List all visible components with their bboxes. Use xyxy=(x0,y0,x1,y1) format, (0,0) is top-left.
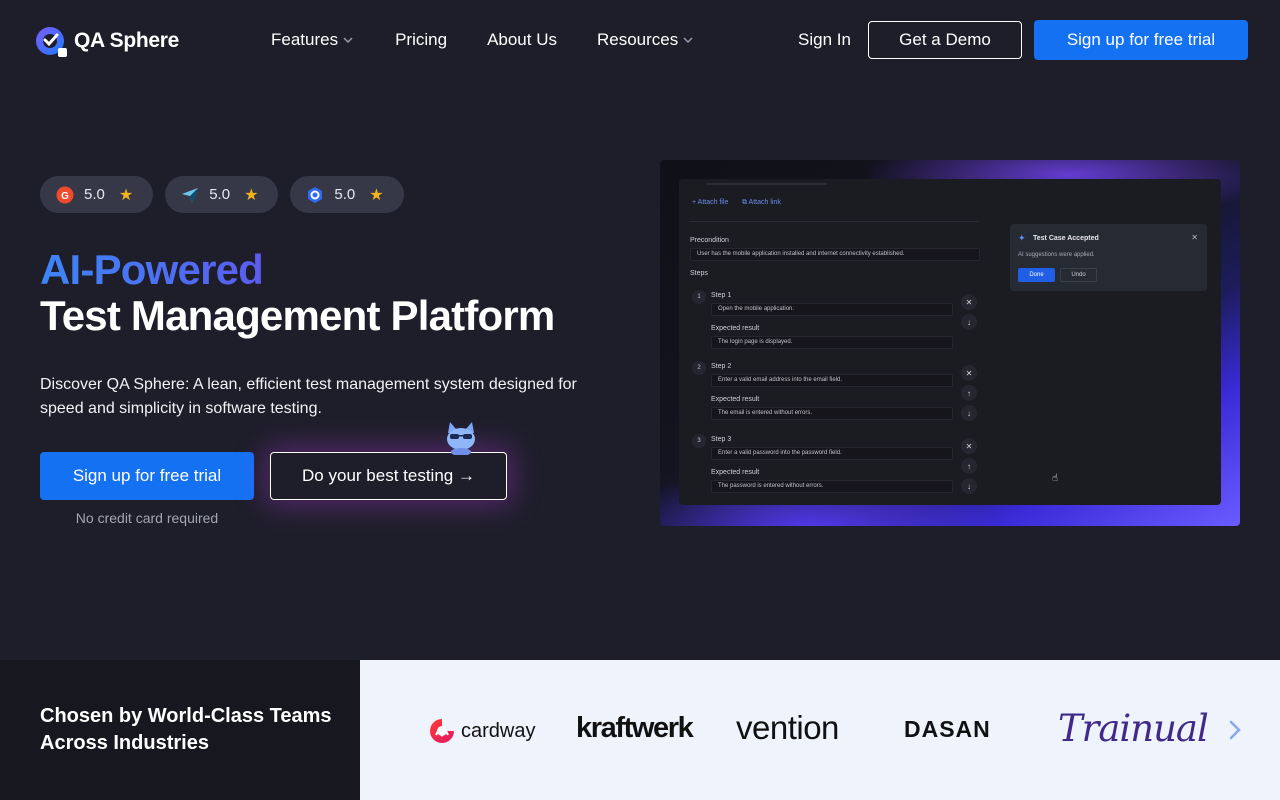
rating-g2[interactable]: G 5.0 ★ xyxy=(40,176,154,213)
hero-description: Discover QA Sphere: A lean, efficient te… xyxy=(40,376,577,417)
clients-title: Chosen by World-Class Teams Across Indus… xyxy=(40,705,332,754)
vention-logo: vention xyxy=(736,709,839,746)
nav-free-trial-button[interactable]: Sign up for free trial xyxy=(1034,20,1248,60)
rating-value: 5.0 xyxy=(84,186,105,203)
step-action-field[interactable]: Enter a valid password into the password… xyxy=(711,447,953,460)
product-preview: + Attach file ⧉ Attach link Precondition… xyxy=(660,160,1240,526)
nav-features[interactable]: Features xyxy=(271,30,355,50)
arrow-down-icon[interactable]: ↓ xyxy=(961,478,977,494)
toast-message: AI suggestions were applied. xyxy=(1018,252,1095,258)
close-icon[interactable]: ✕ xyxy=(1191,233,1198,242)
sparkle-icon: ✦ xyxy=(1018,233,1026,243)
chevron-right-icon[interactable] xyxy=(1225,718,1245,742)
star-icon: ★ xyxy=(118,186,134,204)
rating-capterra[interactable]: 5.0 ★ xyxy=(165,176,279,213)
expected-label: Expected result xyxy=(711,469,760,476)
step-action-field[interactable]: Open the mobile application. xyxy=(711,303,953,316)
rating-getapp[interactable]: 5.0 ★ xyxy=(290,176,404,213)
step-number: 2 xyxy=(692,361,706,375)
toast-title: Test Case Accepted xyxy=(1033,235,1099,242)
toast-undo-button[interactable]: Undo xyxy=(1060,268,1097,282)
expected-field[interactable]: The email is entered without errors. xyxy=(711,407,953,420)
step-number: 3 xyxy=(692,434,706,448)
top-navigation: QA Sphere Features Pricing About Us Reso… xyxy=(0,0,1280,80)
nav-resources[interactable]: Resources xyxy=(597,30,695,50)
rating-badges: G 5.0 ★ 5.0 ★ 5.0 ★ xyxy=(40,176,404,213)
star-icon: ★ xyxy=(369,186,384,204)
hero-title-accent: AI-Powered xyxy=(40,246,264,293)
expected-field[interactable]: The password is entered without errors. xyxy=(711,480,953,493)
close-icon[interactable]: ✕ xyxy=(961,294,977,310)
getapp-icon xyxy=(306,186,324,204)
close-icon[interactable]: ✕ xyxy=(961,438,977,454)
nav-about[interactable]: About Us xyxy=(487,30,557,50)
g2-icon: G xyxy=(56,186,74,204)
nav-features-label: Features xyxy=(271,30,339,49)
hero-free-trial-button[interactable]: Sign up for free trial xyxy=(40,452,254,500)
step-action-field[interactable]: Enter a valid email address into the ema… xyxy=(711,374,953,387)
star-icon: ★ xyxy=(244,186,259,204)
chevron-down-icon xyxy=(343,37,353,44)
svg-text:G: G xyxy=(61,191,69,202)
close-icon[interactable]: ✕ xyxy=(961,365,977,381)
mascot-cat-icon xyxy=(447,422,475,455)
expected-label: Expected result xyxy=(711,325,760,332)
step-label: Step 3 xyxy=(711,436,732,443)
nav-about-label: About Us xyxy=(487,30,557,49)
nav-pricing-label: Pricing xyxy=(395,30,448,49)
nav-resources-label: Resources xyxy=(597,30,679,49)
best-testing-button[interactable]: Do your best testing → xyxy=(270,452,507,500)
cardway-wordmark: cardway xyxy=(461,719,536,742)
precondition-label: Precondition xyxy=(690,237,729,244)
brand-name: QA Sphere xyxy=(74,29,180,52)
step-label: Step 1 xyxy=(711,292,732,299)
cardway-mark-icon xyxy=(430,719,454,743)
sign-in-link[interactable]: Sign In xyxy=(798,30,851,50)
brand-logo[interactable]: QA Sphere xyxy=(34,24,179,58)
get-demo-button[interactable]: Get a Demo xyxy=(868,21,1022,59)
no-credit-card-note: No credit card required xyxy=(75,510,219,526)
kraftwerk-logo: kraftwerk xyxy=(576,712,694,744)
ai-toast: ✦ Test Case Accepted ✕ AI suggestions we… xyxy=(1010,224,1207,291)
expected-field[interactable]: The login page is displayed. xyxy=(711,336,953,349)
editor-top-divider xyxy=(707,183,827,185)
attach-link-link[interactable]: ⧉ Attach link xyxy=(742,199,781,207)
step-number: 1 xyxy=(692,290,706,304)
hero-title: Test Management Platform xyxy=(40,292,555,339)
expected-label: Expected result xyxy=(711,396,760,403)
hand-cursor-icon: ☝ xyxy=(1052,473,1059,484)
toast-done-button[interactable]: Done xyxy=(1018,268,1055,282)
nav-pricing[interactable]: Pricing xyxy=(395,30,447,50)
trainual-logo: Trainual xyxy=(1058,707,1209,750)
attach-file-link[interactable]: + Attach file xyxy=(692,199,728,206)
precondition-field[interactable]: User has the mobile application installe… xyxy=(690,248,980,261)
arrow-up-icon[interactable]: ↑ xyxy=(961,458,977,474)
qa-sphere-logo-icon xyxy=(36,27,67,57)
test-case-editor: + Attach file ⧉ Attach link Precondition… xyxy=(679,179,1221,505)
arrow-down-icon[interactable]: ↓ xyxy=(961,405,977,421)
step-label: Step 2 xyxy=(711,363,732,370)
arrow-up-icon[interactable]: ↑ xyxy=(961,385,977,401)
dasan-logo: DASAN xyxy=(904,716,991,742)
steps-label: Steps xyxy=(690,270,708,277)
capterra-icon xyxy=(181,186,199,204)
cardway-logo: cardway xyxy=(427,716,535,746)
chevron-down-icon xyxy=(683,37,693,44)
rating-value: 5.0 xyxy=(334,186,356,203)
arrow-down-icon[interactable]: ↓ xyxy=(961,314,977,330)
rating-value: 5.0 xyxy=(209,186,231,203)
editor-divider xyxy=(689,221,979,222)
